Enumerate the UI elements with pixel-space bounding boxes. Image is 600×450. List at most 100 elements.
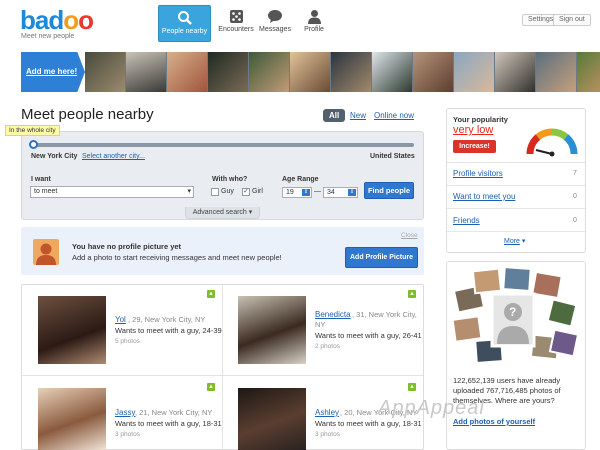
grid-divider	[22, 375, 423, 376]
profile-details-cont: NY	[315, 320, 326, 329]
profile-photo[interactable]	[38, 296, 106, 364]
speech-bubble-icon	[268, 10, 282, 23]
strip-photo[interactable]	[413, 52, 453, 92]
strip-photo[interactable]	[167, 52, 207, 92]
advanced-search-toggle[interactable]: Advanced search ▾	[185, 207, 260, 219]
age-dash: —	[314, 188, 321, 195]
popularity-value[interactable]: very low	[453, 124, 493, 136]
find-people-button[interactable]: Find people	[364, 182, 414, 199]
select-city-link[interactable]: Select another city...	[82, 153, 145, 160]
badoo-logo[interactable]: badoo	[20, 5, 94, 36]
age-to-value: 34	[327, 189, 335, 196]
profile-details: , 29, New York City, NY	[128, 315, 206, 324]
want-to-meet-count: 0	[573, 193, 577, 200]
filter-all[interactable]: All	[323, 109, 346, 122]
notice-close-link[interactable]: Close	[401, 232, 418, 239]
strip-photo[interactable]	[454, 52, 494, 92]
nav-label: Profile	[304, 26, 324, 33]
strip-photo[interactable]	[331, 52, 371, 92]
strip-photo[interactable]	[372, 52, 412, 92]
strip-photo[interactable]	[126, 52, 166, 92]
profile-details: , 21, New York City, NY	[135, 408, 213, 417]
profile-photo-count: 5 photos	[115, 338, 140, 345]
age-range-label: Age Range	[282, 176, 319, 183]
distance-slider[interactable]	[31, 143, 414, 147]
popularity-label: Your popularity	[453, 115, 508, 124]
profile-wants: Wants to meet with a guy, 18-31	[315, 419, 422, 428]
more-toggle[interactable]: More ▾	[504, 237, 525, 245]
page-title: Meet people nearby	[21, 106, 154, 123]
badge-icon: ▲	[408, 290, 416, 298]
profile-wants: Wants to meet with a guy, 24-39	[115, 326, 222, 335]
want-to-meet-link[interactable]: Want to meet you	[453, 192, 515, 201]
profile-name-link[interactable]: Jassy	[115, 408, 135, 417]
age-from-select[interactable]: 19 ⇕	[282, 187, 312, 198]
girl-checkbox[interactable]: ✓	[242, 188, 250, 196]
badge-icon: ▲	[408, 383, 416, 391]
profile-name-link[interactable]: Benedicta	[315, 310, 351, 319]
advanced-search-label: Advanced search	[192, 209, 247, 216]
slider-tooltip: In the whole city	[5, 125, 60, 136]
strip-photo[interactable]	[290, 52, 330, 92]
friends-count: 0	[573, 217, 577, 224]
girl-label: Girl	[252, 188, 263, 195]
strip-photo[interactable]	[85, 52, 125, 92]
profile-photo-count: 3 photos	[315, 431, 340, 438]
divider	[447, 185, 585, 186]
nav-label: Messages	[259, 26, 291, 33]
dice-icon	[229, 10, 243, 23]
svg-text:?: ?	[509, 305, 516, 319]
nav-profile[interactable]: Profile	[290, 5, 338, 42]
filter-online-now[interactable]: Online now	[374, 111, 414, 120]
divider	[447, 208, 585, 209]
notice-title: You have no profile picture yet	[72, 242, 182, 251]
i-want-select[interactable]: to meet ▾	[30, 186, 194, 198]
nav-people-nearby[interactable]: People nearby	[158, 5, 211, 42]
country-label: United States	[370, 153, 415, 160]
divider	[447, 231, 585, 232]
friends-link[interactable]: Friends	[453, 216, 480, 225]
add-me-here-button[interactable]: Add me here!	[21, 52, 85, 92]
photo-collage-icon: ?	[452, 266, 580, 364]
popularity-gauge-icon	[526, 128, 578, 157]
tagline: Meet new people	[21, 33, 75, 40]
i-want-label: I want	[31, 176, 51, 183]
profile-details: , 31, New York City,	[352, 310, 417, 319]
strip-photo[interactable]	[577, 52, 600, 92]
profile-photo[interactable]	[38, 388, 106, 450]
avatar-placeholder-icon	[33, 239, 59, 265]
badge-icon: ▲	[207, 290, 215, 298]
guy-label: Guy	[221, 188, 234, 195]
profile-name-link[interactable]: Ashley	[315, 408, 339, 417]
nav-label: People nearby	[161, 28, 208, 35]
more-label: More	[504, 238, 520, 245]
age-to-select[interactable]: 34 ⇕	[323, 187, 358, 198]
profile-wants: Wants to meet with a guy, 18-31	[115, 419, 222, 428]
strip-photo[interactable]	[208, 52, 248, 92]
i-want-value: to meet	[34, 188, 58, 195]
badge-icon: ▲	[207, 383, 215, 391]
profile-photo[interactable]	[238, 388, 306, 450]
magnifier-icon	[177, 11, 192, 25]
strip-photo[interactable]	[536, 52, 576, 92]
guy-checkbox[interactable]	[211, 188, 219, 196]
chevron-down-icon: ▾	[187, 188, 191, 195]
nav-label: Encounters	[218, 26, 254, 33]
notice-text: Add a photo to start receiving messages …	[72, 253, 282, 262]
strip-photo[interactable]	[249, 52, 289, 92]
spinner-icon: ⇕	[348, 189, 356, 196]
profile-photo[interactable]	[238, 296, 306, 364]
city-label: New York City	[31, 153, 78, 160]
profile-name-link[interactable]: Yol	[115, 315, 126, 324]
sign-out-button[interactable]: Sign out	[553, 14, 591, 26]
slider-handle[interactable]	[29, 140, 38, 149]
profile-visitors-link[interactable]: Profile visitors	[453, 169, 503, 178]
profile-photo-count: 2 photos	[315, 343, 340, 350]
person-icon	[307, 10, 321, 24]
strip-photo[interactable]	[495, 52, 535, 92]
increase-button[interactable]: Increase!	[453, 140, 496, 153]
filter-new[interactable]: New	[350, 111, 366, 120]
add-profile-picture-button[interactable]: Add Profile Picture	[345, 247, 418, 268]
age-from-value: 19	[286, 189, 294, 196]
profile-visitors-count: 7	[573, 170, 577, 177]
